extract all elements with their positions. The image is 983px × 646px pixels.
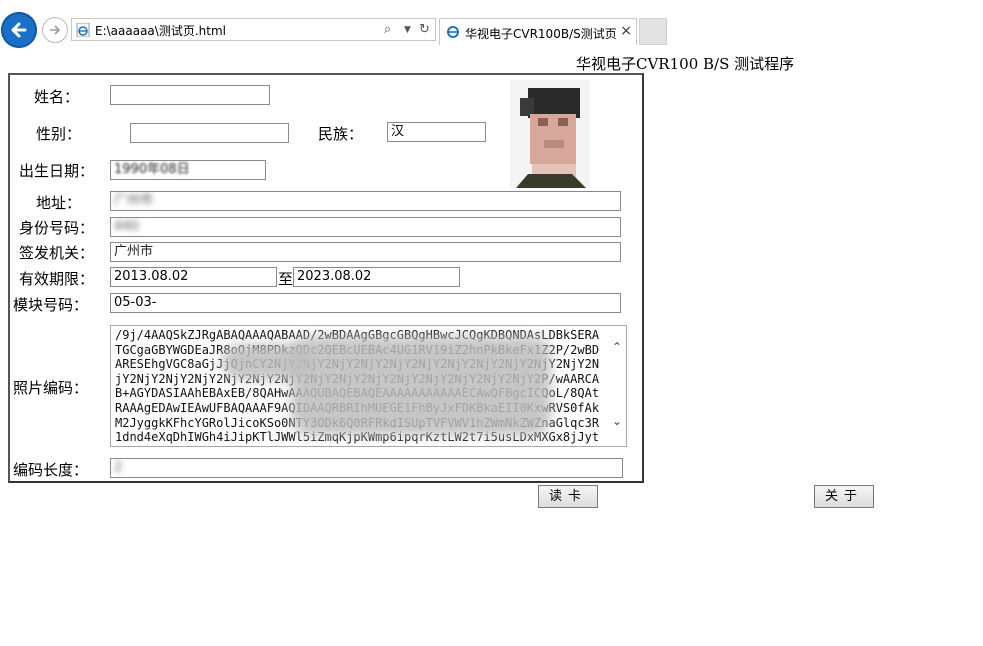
gender-field[interactable] xyxy=(130,123,289,143)
gender-label: 性别： xyxy=(36,125,82,143)
about-button[interactable]: 关于 xyxy=(814,485,874,508)
search-icon[interactable]: ⌕ xyxy=(384,22,391,37)
id-number-field[interactable]: 440 xyxy=(110,217,621,237)
birth-label: 出生日期： xyxy=(19,162,95,180)
photo-code-textarea[interactable]: /9j/4AAQSkZJRgABAQAAAQABAAD/2wBDAAgGBgcG… xyxy=(110,325,627,447)
arrow-right-icon xyxy=(50,25,61,35)
name-label: 姓名： xyxy=(34,88,80,106)
page-heading: 华视电子CVR100 B/S 测试程序 xyxy=(576,55,795,73)
forward-button[interactable] xyxy=(42,17,68,43)
module-number-label: 模块号码： xyxy=(13,296,89,314)
birth-field[interactable]: 1990年08日 xyxy=(110,160,266,180)
ie-page-icon xyxy=(76,23,90,37)
arrow-left-icon xyxy=(11,22,27,38)
code-length-field[interactable]: 2 xyxy=(110,458,623,478)
refresh-icon[interactable]: ↻ xyxy=(419,22,430,37)
id-card-panel: 姓名： 性别： 民族： 汉 出生日期： 1990年08日 地址： 广州市 身份号… xyxy=(8,73,644,483)
scroll-up-icon[interactable]: ⌃ xyxy=(612,340,622,354)
name-field[interactable] xyxy=(110,85,270,105)
code-scrollbar[interactable]: ⌃ ⌄ xyxy=(609,326,626,446)
valid-to-field[interactable]: 2023.08.02 xyxy=(293,267,460,287)
valid-from-field[interactable]: 2013.08.02 xyxy=(110,267,277,287)
back-button[interactable] xyxy=(1,12,37,48)
issuer-label: 签发机关： xyxy=(19,244,95,262)
address-bar[interactable]: E:\aaaaaa\测试页.html ⌕ ▼ ↻ xyxy=(71,18,436,41)
tab-close-icon[interactable]: × xyxy=(620,23,632,39)
redaction-smudge xyxy=(221,344,311,380)
nation-label: 民族： xyxy=(318,125,364,143)
browser-tab[interactable]: 华视电子CVR100B/S测试页 × xyxy=(439,18,637,45)
id-photo xyxy=(510,80,590,188)
new-tab-button[interactable] xyxy=(639,18,667,45)
id-number-label: 身份号码： xyxy=(19,219,95,237)
nation-field[interactable]: 汉 xyxy=(387,122,486,142)
dropdown-icon[interactable]: ▼ xyxy=(404,25,411,35)
code-length-label: 编码长度： xyxy=(13,461,89,479)
address-field[interactable]: 广州市 xyxy=(110,191,621,211)
address-label: 地址： xyxy=(36,194,82,212)
validity-label: 有效期限： xyxy=(19,270,95,288)
address-url: E:\aaaaaa\测试页.html xyxy=(95,24,226,38)
tab-title: 华视电子CVR100B/S测试页 xyxy=(465,27,617,41)
issuer-field[interactable]: 广州市 xyxy=(110,242,621,262)
module-number-field[interactable]: 05-03- xyxy=(110,293,621,313)
ie-tab-icon xyxy=(447,26,459,38)
photo-code-label: 照片编码： xyxy=(13,379,89,397)
read-card-button[interactable]: 读卡 xyxy=(538,485,598,508)
redaction-smudge xyxy=(291,336,551,436)
scroll-down-icon[interactable]: ⌄ xyxy=(612,414,622,428)
validity-to-label: 至 xyxy=(278,270,294,288)
